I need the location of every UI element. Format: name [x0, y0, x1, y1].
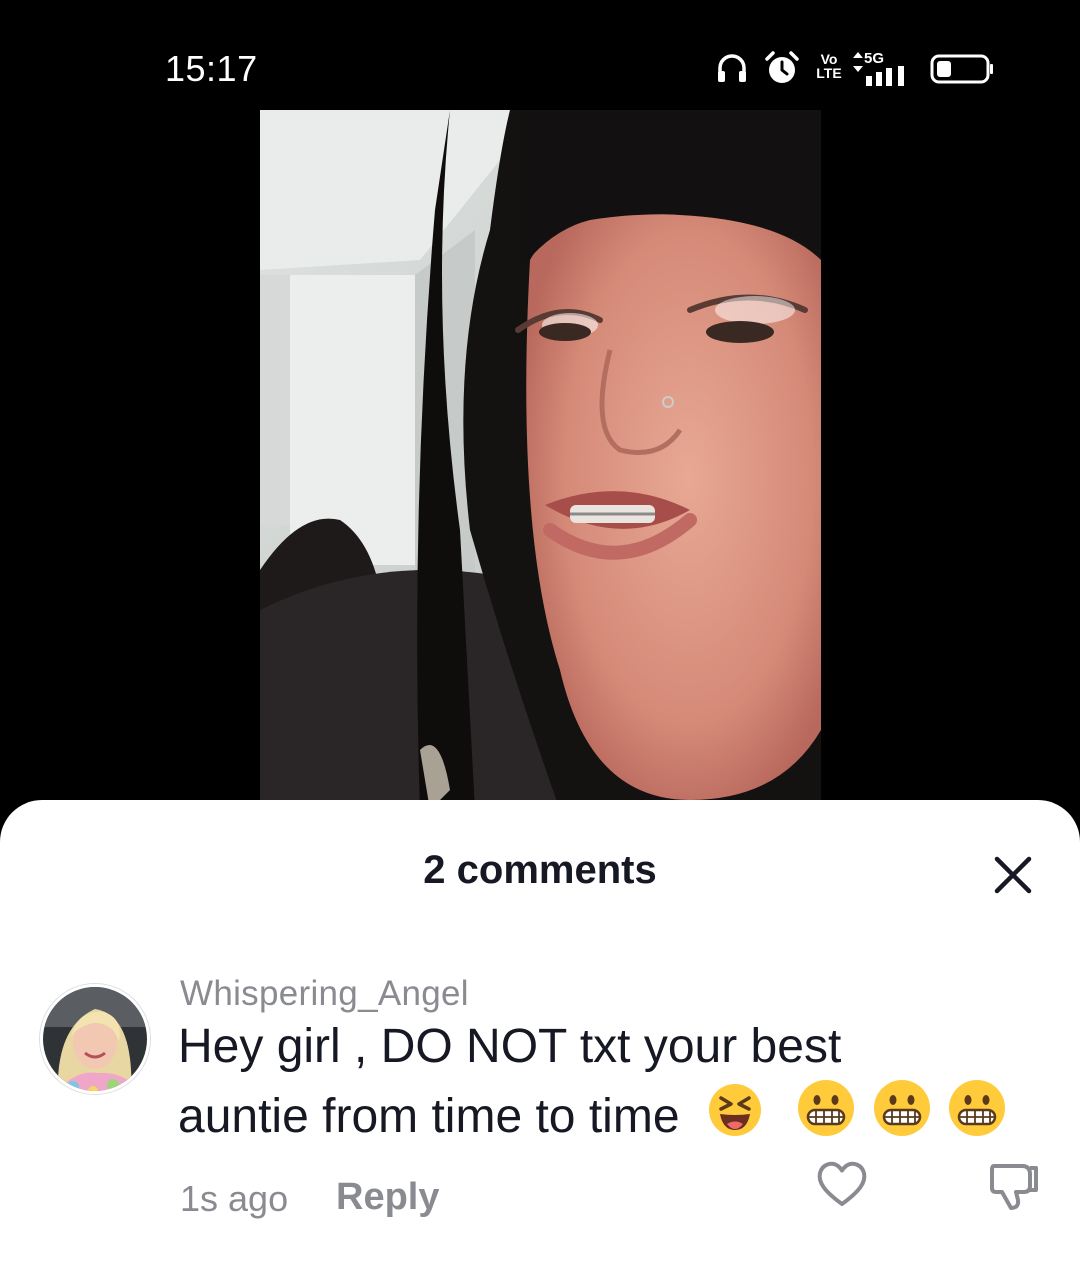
5g-signal-icon: 5G [852, 50, 922, 86]
video-player[interactable] [260, 110, 821, 810]
status-icons: Vo LTE 5G [716, 50, 1006, 90]
video-frame [260, 110, 821, 810]
comment-text-line2-wrap: auntie from time to time [178, 1078, 1058, 1148]
comment-timestamp: 1s ago [180, 1178, 289, 1219]
volte-bottom: LTE [816, 65, 842, 81]
network-label: 5G [864, 50, 885, 67]
screen: 15:17 Vo LTE 5G 2 comments Whispering_An… [0, 0, 1080, 1285]
headphones-icon [718, 54, 746, 82]
avatar-image [43, 987, 147, 1091]
volte-top: Vo [820, 51, 838, 67]
comment-username[interactable]: Whispering_Angel [180, 974, 469, 1014]
comments-sheet: 2 comments Whispering_Angel Hey girl , D… [0, 800, 1080, 1285]
volte-icon: Vo LTE [816, 52, 842, 80]
grimacing-emoji [873, 1080, 930, 1136]
status-time: 15:17 [165, 48, 258, 89]
grimacing-emoji [798, 1080, 855, 1136]
laughing-squint-emoji [708, 1084, 761, 1136]
close-icon[interactable] [988, 850, 1038, 900]
comment-text-line2: auntie from time to time [178, 1090, 680, 1143]
avatar[interactable] [40, 984, 150, 1094]
comments-count-title: 2 comments [423, 848, 657, 892]
alarm-icon [765, 51, 799, 83]
grimacing-emoji [948, 1080, 1005, 1136]
battery-icon [930, 54, 993, 84]
comment-text: Hey girl , DO NOT txt your best auntie f… [178, 1016, 1058, 1148]
comment-item: Whispering_Angel Hey girl , DO NOT txt y… [0, 974, 1080, 1250]
thumbs-down-icon[interactable] [986, 1156, 1042, 1212]
comment-text-line1: Hey girl , DO NOT txt your best [178, 1020, 842, 1073]
heart-icon[interactable] [814, 1156, 870, 1212]
status-bar: 15:17 Vo LTE 5G [0, 0, 1080, 110]
data-arrows-icon [853, 52, 863, 72]
signal-bars-icon [866, 66, 904, 86]
reply-button[interactable]: Reply [336, 1176, 439, 1219]
